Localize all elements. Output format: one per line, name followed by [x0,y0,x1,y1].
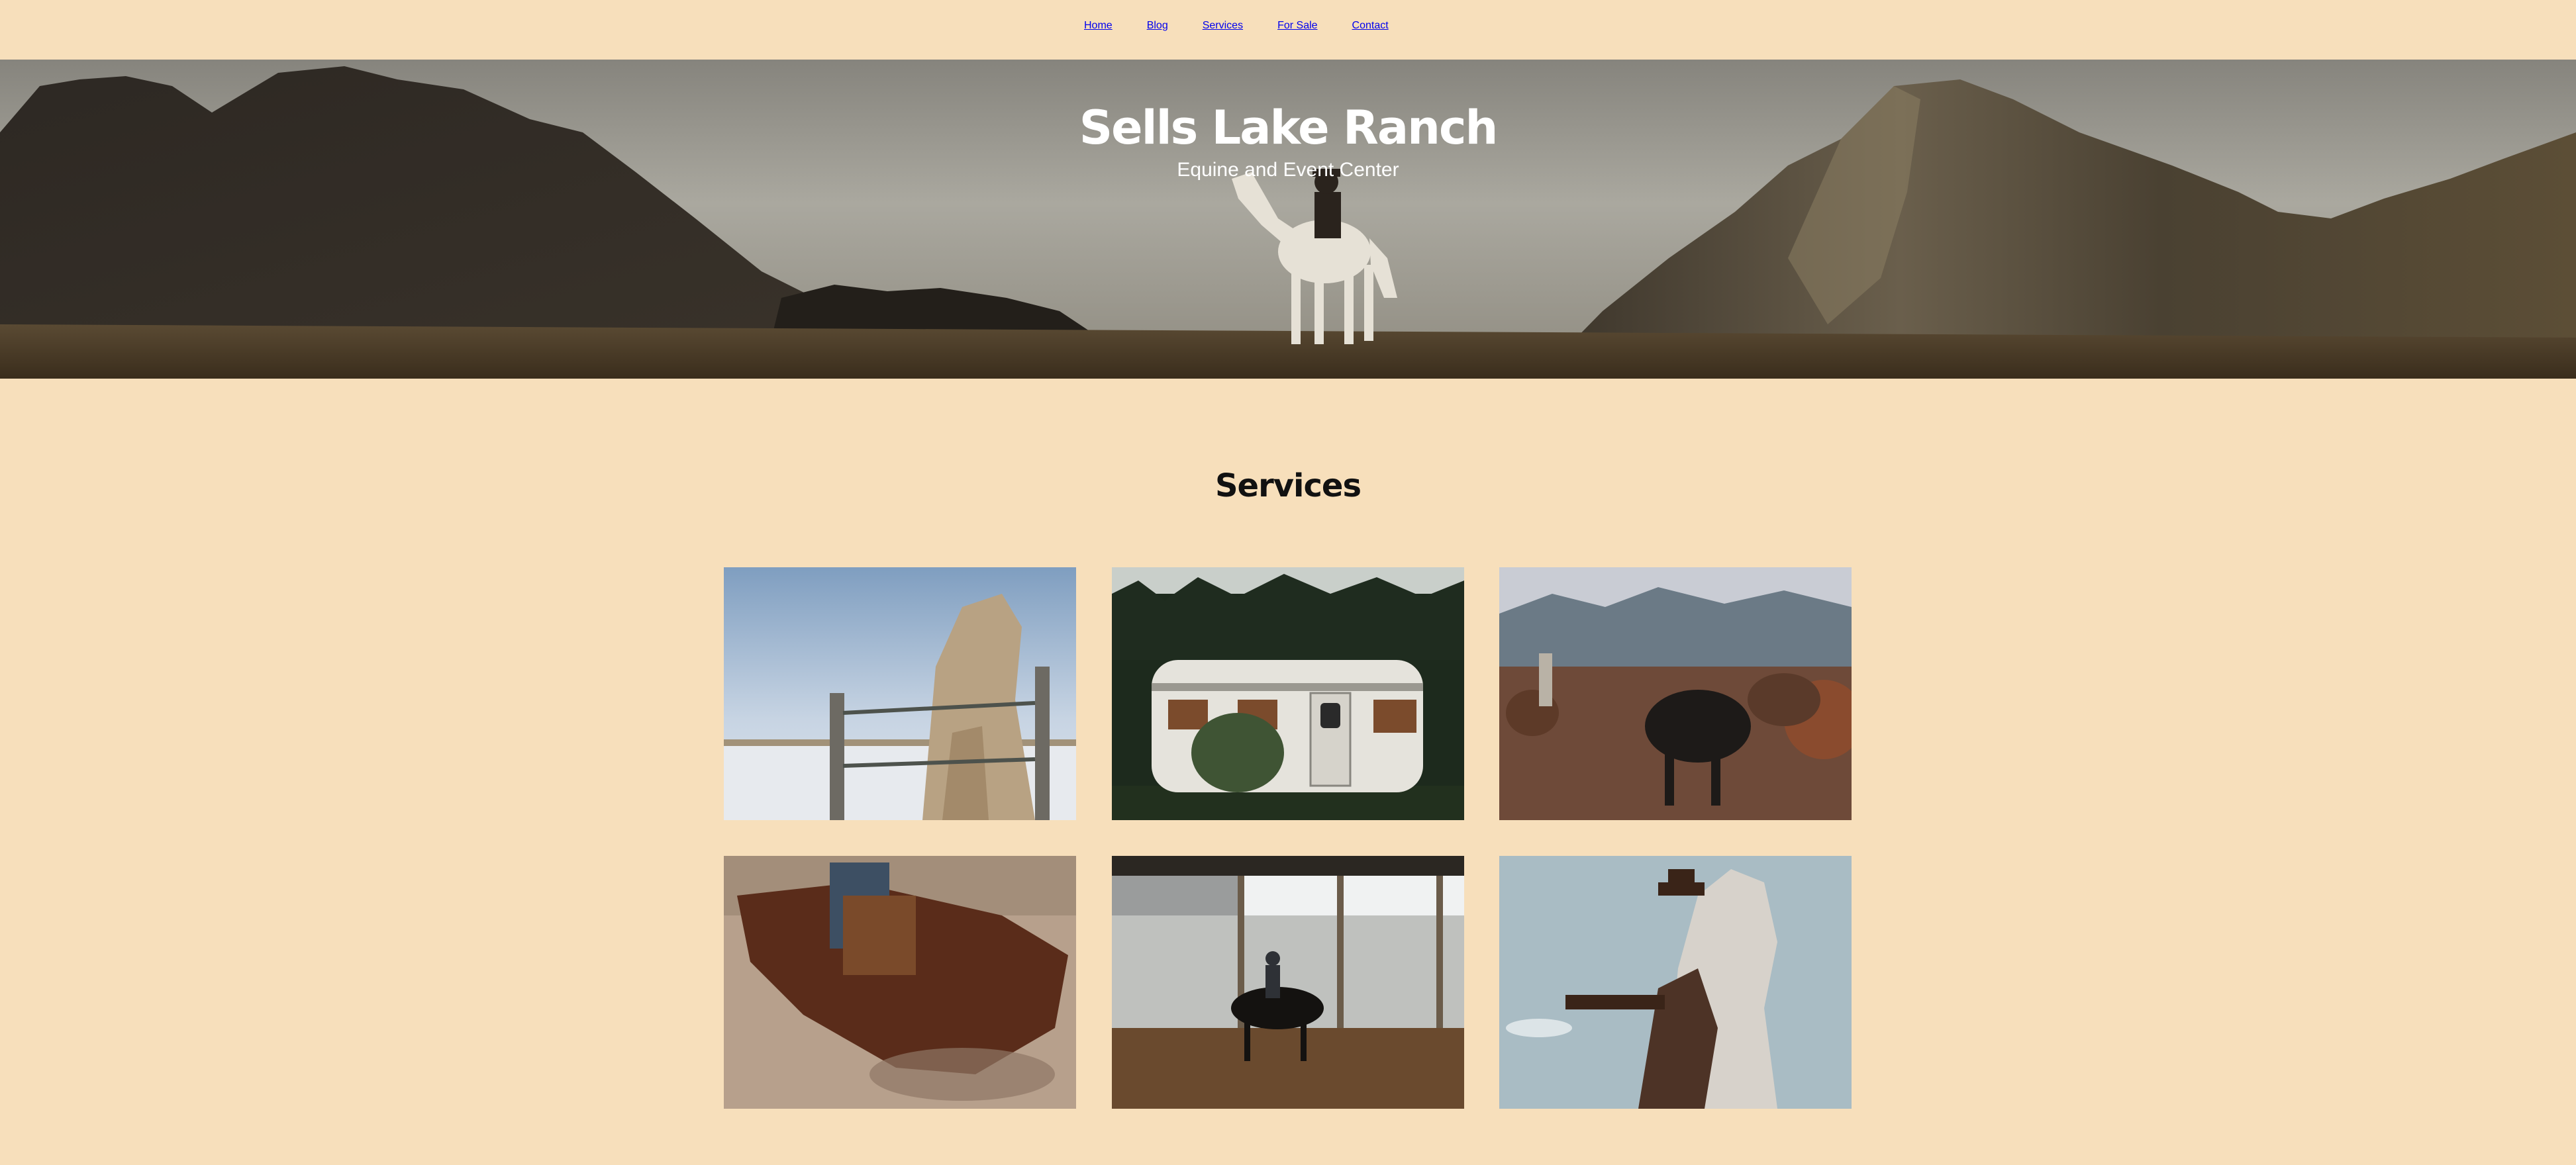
service-tile-camper[interactable] [1112,567,1464,820]
nav-contact-link[interactable]: Contact [1352,20,1389,32]
service-tile-horse-fence[interactable] [724,567,1076,820]
indoor-arena-rider-photo [1112,856,1464,1109]
barrel-racing-horse-photo [724,856,1076,1109]
horse-at-fence-photo [724,567,1076,820]
cattle-herd-photo [1499,567,1852,820]
hero-subtitle: Equine and Event Center [1177,159,1399,181]
service-tile-cattle[interactable] [1499,567,1852,820]
service-tile-cowboy-horse[interactable] [1499,856,1852,1109]
nav-home-link[interactable]: Home [1084,20,1113,32]
hero-title: Sells Lake Ranch [1079,101,1499,155]
top-navigation: Home Blog Services For Sale Contact [0,0,2576,60]
nav-menu: Home Blog Services For Sale Contact [1084,20,1423,32]
nav-blog-link[interactable]: Blog [1147,20,1168,32]
nav-for-sale-link[interactable]: For Sale [1277,20,1317,32]
cowboy-on-white-horse-photo [1499,856,1852,1109]
service-tile-barrel-racing[interactable] [724,856,1076,1109]
services-heading: Services [1214,467,1362,504]
camper-trailer-photo [1112,567,1464,820]
hero-banner: Sells Lake Ranch Equine and Event Center [0,60,2576,379]
nav-services-link[interactable]: Services [1203,20,1243,32]
service-tile-indoor-arena[interactable] [1112,856,1464,1109]
